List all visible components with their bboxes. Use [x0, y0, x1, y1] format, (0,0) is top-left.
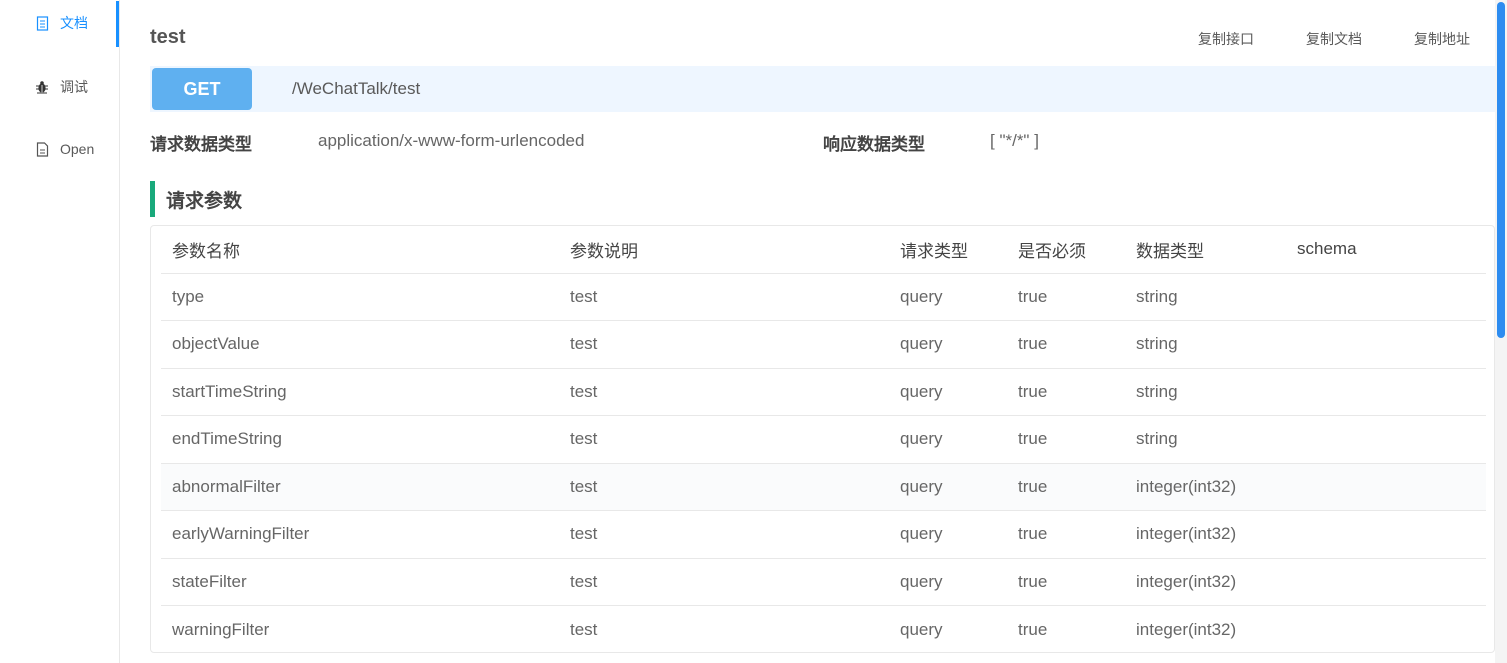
column-header-name: 参数名称: [161, 226, 559, 274]
vertical-scrollbar[interactable]: [1495, 0, 1507, 663]
param-type: string: [1125, 368, 1286, 416]
table-row: type test query true string: [161, 273, 1486, 321]
param-schema: [1286, 558, 1486, 606]
table-row: objectValue test query true string: [161, 320, 1486, 369]
param-required: true: [1007, 558, 1125, 606]
http-method-badge: GET: [152, 68, 252, 110]
page-title: test: [150, 26, 186, 48]
param-in: query: [889, 558, 1007, 606]
sidebar-item-label: Open: [60, 141, 95, 157]
copy-api-button[interactable]: 复制接口: [1198, 29, 1254, 49]
param-in: query: [889, 368, 1007, 416]
table-row: stateFilter test query true integer(int3…: [161, 558, 1486, 606]
param-schema: [1286, 510, 1486, 559]
param-desc: test: [559, 273, 889, 321]
param-name: stateFilter: [161, 558, 559, 606]
table-row: warningFilter test query true integer(in…: [161, 606, 1486, 654]
param-required: true: [1007, 510, 1125, 559]
param-type: string: [1125, 415, 1286, 464]
copy-url-button[interactable]: 复制地址: [1414, 29, 1470, 49]
column-header-in: 请求类型: [889, 226, 1007, 274]
param-type: integer(int32): [1125, 463, 1286, 511]
section-title-params: 请求参数: [150, 181, 242, 217]
table-header-row: 参数名称 参数说明 请求类型 是否必须 数据类型 schema: [161, 226, 1486, 274]
table-row: endTimeString test query true string: [161, 415, 1486, 464]
param-required: true: [1007, 463, 1125, 511]
column-header-type: 数据类型: [1125, 226, 1286, 274]
endpoint-path: /WeChatTalk/test: [292, 79, 421, 98]
param-name: endTimeString: [161, 415, 559, 464]
document-icon: [34, 15, 50, 31]
table-row: abnormalFilter test query true integer(i…: [161, 463, 1486, 511]
param-schema: [1286, 415, 1486, 464]
param-schema: [1286, 606, 1486, 654]
table-row: startTimeString test query true string: [161, 368, 1486, 416]
param-in: query: [889, 415, 1007, 464]
param-name: abnormalFilter: [161, 463, 559, 511]
scrollbar-thumb[interactable]: [1497, 2, 1505, 338]
column-header-desc: 参数说明: [559, 226, 889, 274]
param-in: query: [889, 510, 1007, 559]
params-table-wrapper: 参数名称 参数说明 请求类型 是否必须 数据类型 schema type tes…: [150, 225, 1495, 653]
param-name: objectValue: [161, 320, 559, 369]
param-type: integer(int32): [1136, 619, 1237, 639]
param-name: warningFilter: [172, 619, 270, 639]
param-in: query: [889, 463, 1007, 511]
request-type-label: 请求数据类型: [150, 135, 252, 154]
param-name: startTimeString: [161, 368, 559, 416]
response-type-label: 响应数据类型: [823, 135, 925, 154]
param-schema: [1286, 320, 1486, 369]
param-schema: [1286, 463, 1486, 511]
param-desc: test: [559, 510, 889, 559]
file-icon: [34, 141, 50, 157]
param-in: query: [889, 273, 1007, 321]
param-required: true: [1007, 273, 1125, 321]
param-desc: test: [559, 463, 889, 511]
param-name: type: [161, 273, 559, 321]
param-desc: test: [570, 619, 598, 639]
content-type-row: 请求数据类型 application/x-www-form-urlencoded…: [150, 130, 1495, 154]
param-type: string: [1125, 320, 1286, 369]
bug-icon: [34, 79, 50, 95]
param-type: integer(int32): [1125, 558, 1286, 606]
sidebar-item-debug[interactable]: 调试: [0, 65, 119, 109]
table-row: earlyWarningFilter test query true integ…: [161, 510, 1486, 559]
param-desc: test: [559, 320, 889, 369]
param-desc: test: [559, 368, 889, 416]
sidebar-item-open[interactable]: Open: [0, 127, 119, 171]
param-required: true: [1007, 368, 1125, 416]
column-header-required: 是否必须: [1007, 226, 1125, 274]
param-required: true: [1007, 320, 1125, 369]
param-required: true: [1018, 619, 1048, 639]
param-in: query: [889, 320, 1007, 369]
param-desc: test: [559, 558, 889, 606]
header-actions: 复制接口 复制文档 复制地址: [1198, 29, 1470, 49]
param-required: true: [1007, 415, 1125, 464]
column-header-schema: schema: [1286, 226, 1486, 274]
param-type: string: [1125, 273, 1286, 321]
response-type-value: [ "*/*" ]: [990, 131, 1039, 150]
request-type-value: application/x-www-form-urlencoded: [318, 131, 585, 150]
copy-doc-button[interactable]: 复制文档: [1306, 29, 1362, 49]
sidebar-item-label: 调试: [60, 79, 88, 95]
param-in: query: [900, 619, 943, 639]
param-schema: [1286, 273, 1486, 321]
param-name: earlyWarningFilter: [161, 510, 559, 559]
api-doc-panel: test 复制接口 复制文档 复制地址 GET /WeChatTalk/test…: [150, 0, 1495, 663]
param-desc: test: [559, 415, 889, 464]
param-type: integer(int32): [1125, 510, 1286, 559]
side-navigation: 文档 调试 Open: [0, 0, 120, 663]
param-schema: [1286, 368, 1486, 416]
sidebar-item-label: 文档: [60, 15, 88, 31]
sidebar-item-doc[interactable]: 文档: [0, 1, 119, 47]
params-table: 参数名称 参数说明 请求类型 是否必须 数据类型 schema type tes…: [161, 226, 1486, 653]
endpoint-bar: GET /WeChatTalk/test: [150, 66, 1495, 112]
